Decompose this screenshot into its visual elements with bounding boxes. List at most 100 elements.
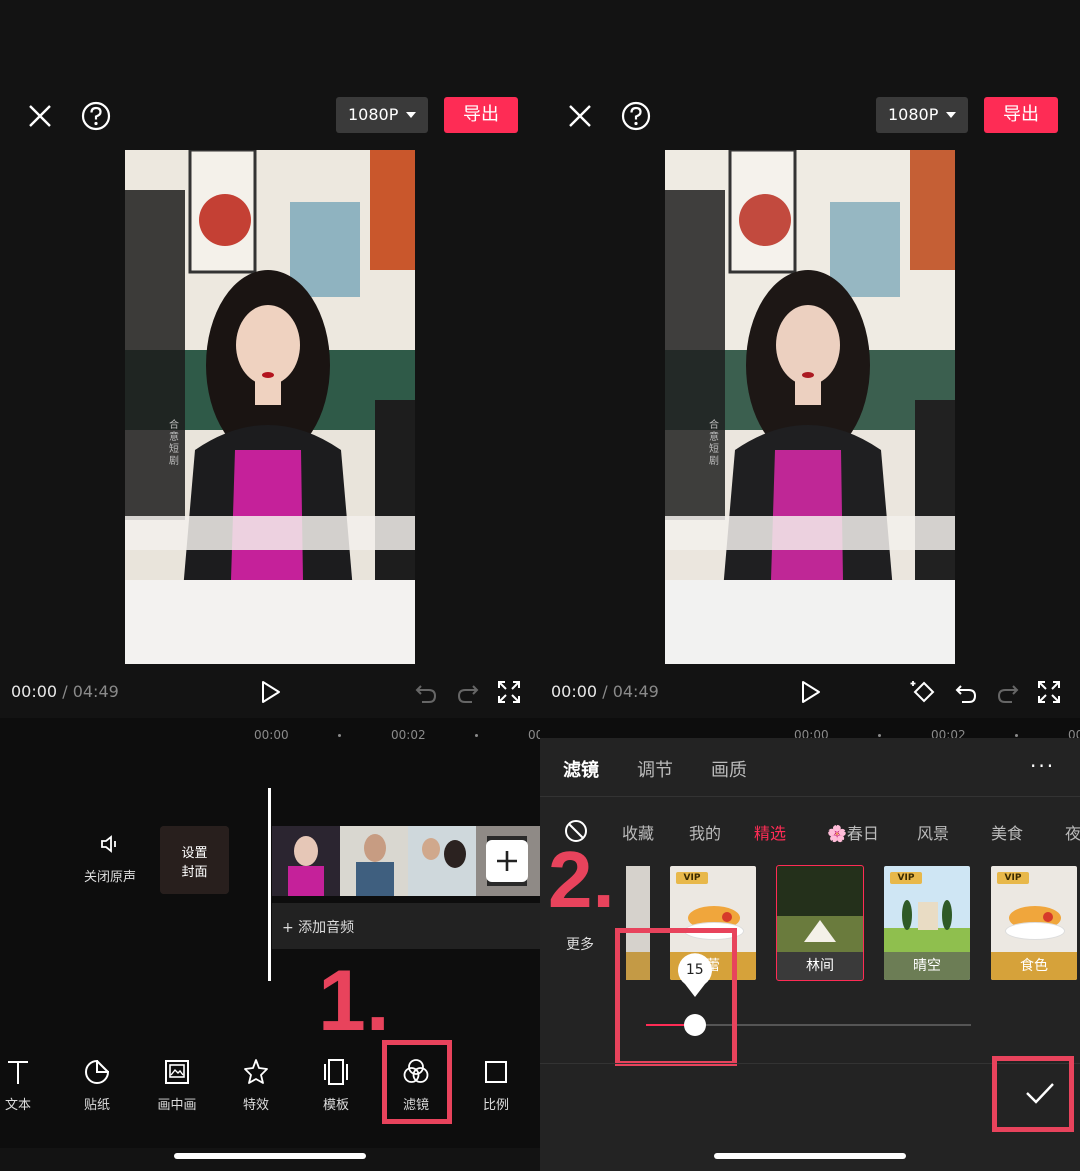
close-icon[interactable]: [560, 96, 600, 136]
keyframe-icon[interactable]: [910, 678, 938, 706]
left-editor-panel: 1080P 导出 合意短剧 00:00 / 04:49 00:00 00:02 …: [0, 0, 540, 1171]
ruler-dot: [1015, 734, 1018, 737]
toolbar-ratio[interactable]: 比例: [461, 1058, 531, 1118]
confirm-highlight-box: [992, 1056, 1074, 1132]
home-indicator: [714, 1153, 906, 1159]
filter-label: 晴空: [884, 952, 970, 980]
redo-icon[interactable]: [454, 678, 482, 706]
resolution-label: 1080P: [888, 105, 939, 124]
time-total: 04:49: [72, 682, 119, 701]
redo-icon[interactable]: [994, 678, 1022, 706]
slider-highlight-box: [615, 928, 737, 1066]
add-audio-label: + 添加音频: [282, 920, 355, 936]
effects-icon: [244, 1059, 268, 1084]
speaker-icon: [101, 835, 116, 853]
toolbar-pip[interactable]: 画中画: [142, 1058, 212, 1118]
toolbar-template[interactable]: 模板: [301, 1058, 371, 1118]
right-editor-panel: 1080P 导出 合意短剧 00:00 / 04:49 00:00 00:02 …: [540, 0, 1080, 1171]
ruler-mark: 00: [528, 728, 540, 742]
more-options-icon[interactable]: ···: [1030, 754, 1055, 778]
resolution-dropdown[interactable]: 1080P: [876, 97, 968, 133]
category-mine[interactable]: 我的: [689, 820, 721, 844]
filter-label: 林间: [777, 952, 863, 980]
time-total: 04:49: [612, 682, 659, 701]
fullscreen-icon[interactable]: [1035, 678, 1063, 706]
resolution-dropdown[interactable]: 1080P: [336, 97, 428, 133]
category-featured[interactable]: 精选: [754, 820, 786, 844]
tool-label: 模板: [322, 1098, 349, 1113]
timecode: 00:00 / 04:49: [551, 682, 659, 701]
watermark-text: 合意短剧: [709, 420, 719, 467]
step-2-annotation: 2.: [548, 835, 615, 924]
ruler-dot: [475, 734, 478, 737]
export-button[interactable]: 导出: [984, 97, 1058, 133]
undo-icon[interactable]: [412, 678, 440, 706]
timecode: 00:00 / 04:49: [11, 682, 119, 701]
help-icon[interactable]: [616, 96, 656, 136]
time-current: 00:00: [11, 682, 58, 701]
category-night[interactable]: 夜: [1065, 820, 1080, 844]
play-icon[interactable]: [256, 678, 284, 706]
fullscreen-icon[interactable]: [495, 678, 523, 706]
filter-highlight-box: [382, 1040, 452, 1124]
template-icon: [324, 1059, 348, 1085]
ruler-dot: [338, 734, 341, 737]
plus-icon: [497, 851, 517, 871]
tool-label: 画中画: [157, 1098, 197, 1113]
step-1-annotation: 1.: [318, 953, 390, 1049]
ruler-dot: [878, 734, 881, 737]
toolbar-sticker[interactable]: 贴纸: [62, 1058, 132, 1118]
category-scenery[interactable]: 风景: [917, 820, 949, 844]
tool-label: 特效: [242, 1098, 269, 1113]
watermark-text: 合意短剧: [169, 420, 179, 467]
pip-icon: [165, 1060, 189, 1084]
more-filters-label[interactable]: 更多: [566, 934, 594, 954]
home-indicator: [174, 1153, 366, 1159]
add-clip-button[interactable]: [486, 840, 528, 882]
video-preview[interactable]: 合意短剧: [665, 150, 955, 664]
time-separator: /: [62, 682, 68, 701]
tool-label: 比例: [482, 1098, 509, 1113]
filter-label: 食色: [991, 952, 1077, 980]
set-cover-button[interactable]: 设置 封面: [160, 826, 229, 894]
resolution-label: 1080P: [348, 105, 399, 124]
close-icon[interactable]: [20, 96, 60, 136]
help-icon[interactable]: [76, 96, 116, 136]
category-spring[interactable]: 🌸春日: [827, 820, 879, 844]
export-button[interactable]: 导出: [444, 97, 518, 133]
tab-quality[interactable]: 画质: [711, 756, 747, 782]
time-separator: /: [602, 682, 608, 701]
tool-label: 文本: [4, 1098, 31, 1113]
play-icon[interactable]: [796, 678, 824, 706]
playhead[interactable]: [268, 788, 271, 981]
mute-label: 关闭原声: [83, 870, 136, 885]
vip-badge: VIP: [890, 872, 922, 884]
ruler-mark: 00:00: [254, 728, 289, 742]
video-clip-track[interactable]: [272, 826, 540, 896]
toolbar-text[interactable]: 文本: [0, 1058, 53, 1118]
filter-thumb[interactable]: VIP 晴空: [884, 866, 970, 980]
vip-badge: VIP: [676, 872, 708, 884]
category-food[interactable]: 美食: [991, 820, 1023, 844]
filter-thumb[interactable]: VIP 食色: [991, 866, 1077, 980]
tab-adjust[interactable]: 调节: [637, 756, 673, 782]
video-preview[interactable]: 合意短剧: [125, 150, 415, 664]
cover-label: 设置: [181, 846, 208, 861]
tool-label: 贴纸: [83, 1098, 110, 1113]
tab-filter[interactable]: 滤镜: [563, 756, 599, 782]
ruler-mark: 00:02: [391, 728, 426, 742]
time-current: 00:00: [551, 682, 598, 701]
sticker-icon: [85, 1059, 110, 1084]
vip-badge: VIP: [997, 872, 1029, 884]
category-favorites[interactable]: 收藏: [622, 820, 654, 844]
filter-thumb-selected[interactable]: 林间: [776, 865, 864, 981]
toolbar-effects[interactable]: 特效: [221, 1058, 291, 1118]
ratio-icon: [485, 1061, 507, 1083]
caret-down-icon: [946, 112, 956, 118]
text-icon: [8, 1061, 28, 1084]
mute-original-button[interactable]: 关闭原声: [74, 832, 146, 892]
undo-icon[interactable]: [952, 678, 980, 706]
caret-down-icon: [406, 112, 416, 118]
add-audio-track[interactable]: + 添加音频: [272, 903, 540, 949]
cover-label: 封面: [181, 865, 208, 880]
